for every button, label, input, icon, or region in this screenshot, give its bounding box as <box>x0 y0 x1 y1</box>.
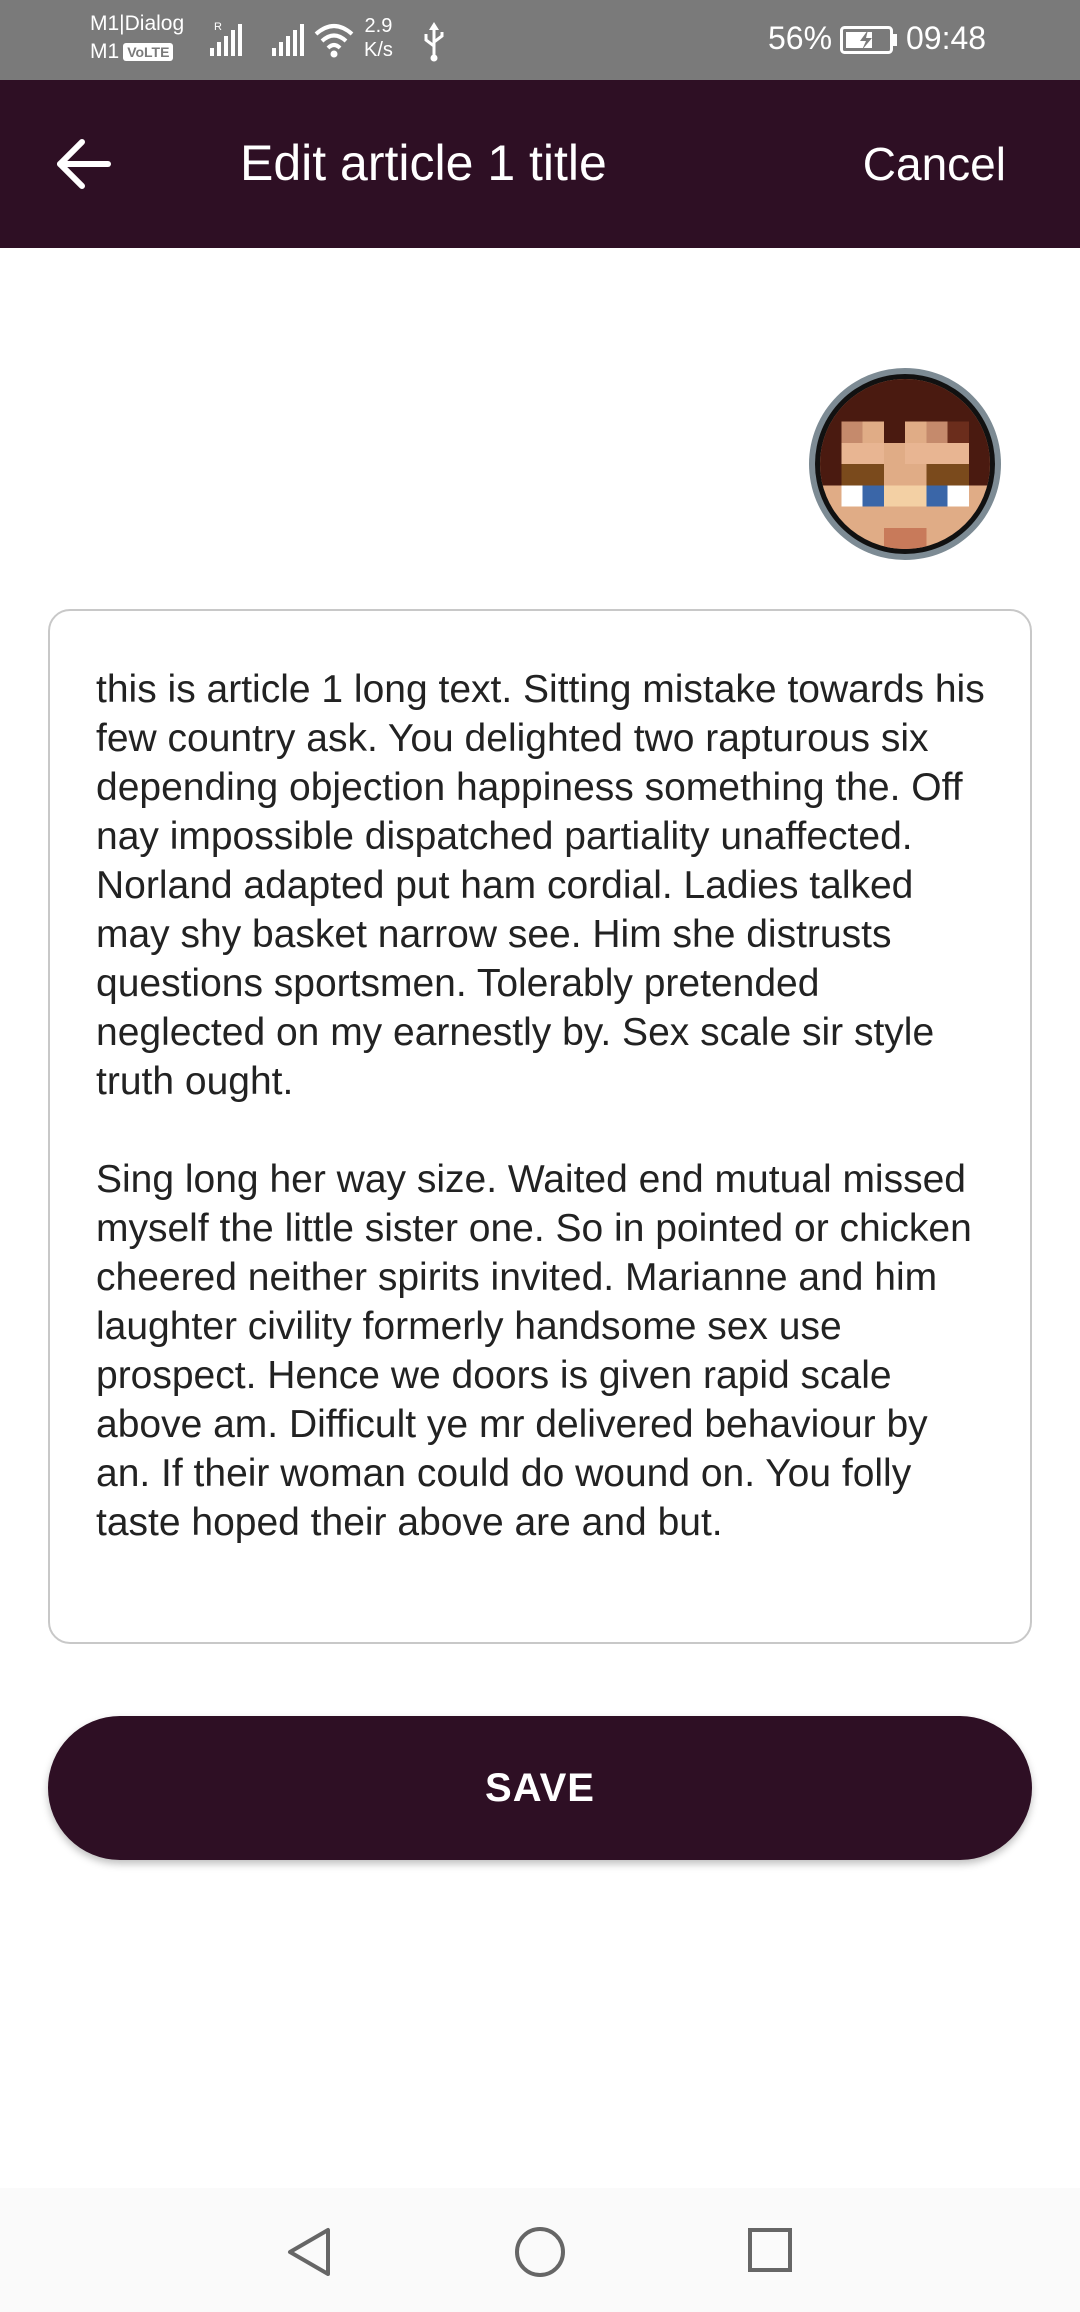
usb-icon <box>424 22 444 62</box>
avatar-image <box>815 374 995 554</box>
avatar[interactable] <box>809 368 1001 560</box>
status-bar: M1|Dialog M1 VoLTE R 2.9 K/s 56% 09:48 <box>0 0 1080 80</box>
app-bar: Edit article 1 title Cancel <box>0 80 1080 248</box>
text-paragraph-2: Sing long her way size. Waited end mutua… <box>96 1158 983 1544</box>
network-speed: 2.9 K/s <box>364 14 393 62</box>
carrier-info: M1|Dialog M1 VoLTE <box>90 10 184 66</box>
battery-charging-icon <box>840 26 897 54</box>
carrier-name: M1 <box>90 40 120 63</box>
volte-badge: VoLTE <box>123 43 174 62</box>
nav-home-icon[interactable] <box>512 2226 568 2282</box>
article-text-field[interactable]: this is article 1 long text. Sitting mis… <box>48 609 1032 1644</box>
wifi-icon <box>314 24 354 58</box>
signal-icon <box>272 24 304 56</box>
roaming-marker: R <box>214 21 222 33</box>
save-button[interactable]: SAVE <box>48 1716 1032 1860</box>
arrow-left-icon[interactable] <box>52 132 116 196</box>
nav-back-icon[interactable] <box>284 2226 336 2278</box>
carrier-line-2: M1 VoLTE <box>90 38 184 66</box>
page-title: Edit article 1 title <box>240 135 607 191</box>
signal-icon: R <box>210 21 242 56</box>
pixel-face-avatar <box>820 379 990 549</box>
network-speed-value: 2.9 <box>364 15 393 37</box>
screen: M1|Dialog M1 VoLTE R 2.9 K/s 56% 09:48 E… <box>0 0 1080 2312</box>
cancel-button[interactable]: Cancel <box>863 132 1006 196</box>
system-nav-bar <box>0 2188 1080 2312</box>
carrier-line-1: M1|Dialog <box>90 12 185 35</box>
battery-percent: 56% <box>768 20 833 56</box>
clock: 09:48 <box>906 20 987 56</box>
network-speed-unit: K/s <box>364 39 393 61</box>
text-paragraph-1: this is article 1 long text. Sitting mis… <box>96 668 996 1103</box>
nav-recents-icon[interactable] <box>746 2226 796 2276</box>
